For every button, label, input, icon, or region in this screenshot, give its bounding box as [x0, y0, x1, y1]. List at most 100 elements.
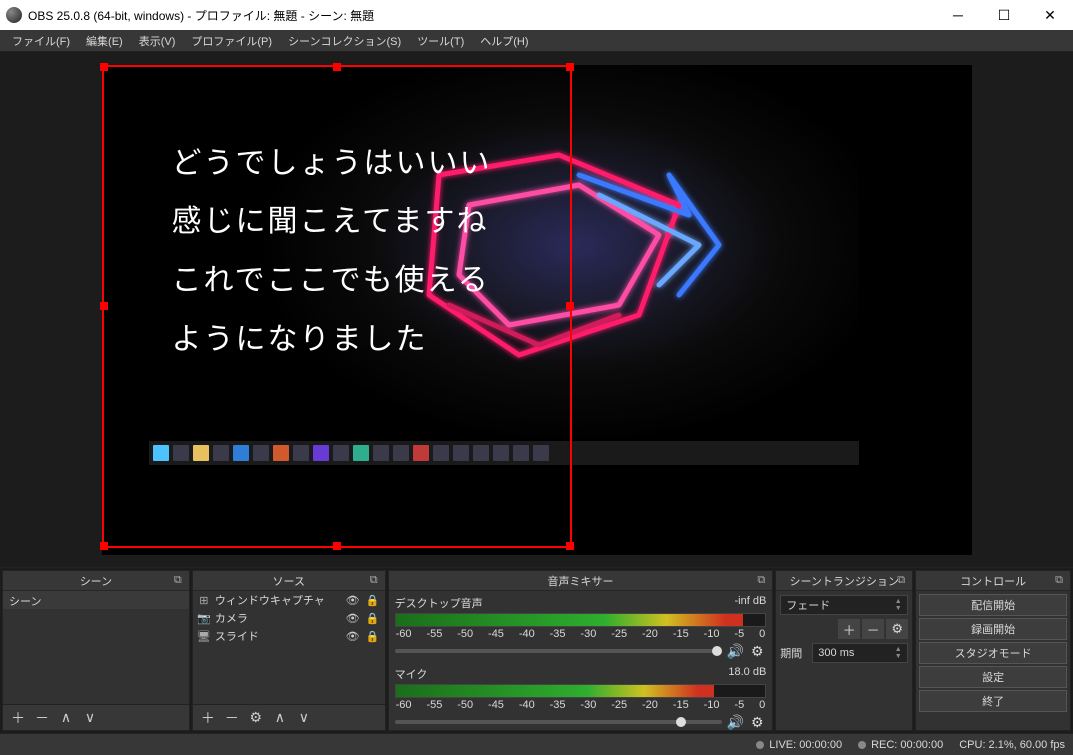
resize-handle-bl[interactable] [100, 542, 108, 550]
chevron-updown-icon: ▲▼ [891, 645, 905, 661]
studio-mode-button[interactable]: スタジオモード [919, 642, 1067, 664]
rec-dot-icon [858, 741, 866, 749]
menu-scene-collection[interactable]: シーンコレクション(S) [280, 31, 409, 51]
scene-up-button[interactable]: ∧ [55, 708, 77, 728]
statusbar: LIVE: 00:00:00 REC: 00:00:00 CPU: 2.1%, … [0, 733, 1073, 755]
volume-slider[interactable] [395, 720, 723, 724]
undock-icon[interactable]: ⧉ [894, 573, 908, 587]
resize-handle-tr[interactable] [566, 63, 574, 71]
resize-handle-tl[interactable] [100, 63, 108, 71]
controls-body: 配信開始 録画開始 スタジオモード 設定 終了 [916, 591, 1070, 730]
scene-down-button[interactable]: ∨ [79, 708, 101, 728]
resize-handle-ml[interactable] [100, 302, 108, 310]
source-properties-button[interactable]: ⚙ [245, 708, 267, 728]
visibility-toggle[interactable]: 👁 [345, 592, 361, 608]
add-transition-button[interactable]: ＋ [838, 619, 860, 639]
menu-edit[interactable]: 編集(E) [78, 31, 131, 51]
add-scene-button[interactable]: ＋ [7, 708, 29, 728]
undock-icon[interactable]: ⧉ [367, 573, 381, 587]
scenes-list[interactable]: シーン [3, 591, 189, 704]
visibility-toggle[interactable]: 👁 [345, 610, 361, 626]
transitions-dock: シーントランジション ⧉ フェード ▲▼ ＋ － ⚙ 期間 300 ms ▲▼ [775, 570, 913, 731]
live-status: LIVE: 00:00:00 [756, 739, 842, 751]
undock-icon[interactable]: ⧉ [1052, 573, 1066, 587]
transition-select[interactable]: フェード ▲▼ [780, 595, 908, 615]
remove-source-button[interactable]: － [221, 708, 243, 728]
resize-handle-mr[interactable] [566, 302, 574, 310]
channel-level: 18.0 dB [728, 666, 766, 682]
vu-meter [395, 613, 767, 627]
mixer-header[interactable]: 音声ミキサー ⧉ [389, 571, 773, 591]
source-item[interactable]: 🖥 スライド 👁 🔒 [193, 627, 385, 645]
rec-status: REC: 00:00:00 [858, 739, 943, 751]
volume-slider[interactable] [395, 649, 723, 653]
docks-row: シーン ⧉ シーン ＋ － ∧ ∨ ソース ⧉ ⊞ ウィンドウキャプチャ 👁 🔒 [0, 567, 1073, 733]
meter-ticks: -60-55-50-45-40-35-30-25-20-15-10-50 [395, 699, 767, 711]
source-up-button[interactable]: ∧ [269, 708, 291, 728]
source-name: スライド [215, 628, 341, 644]
visibility-toggle[interactable]: 👁 [345, 628, 361, 644]
mixer-title: 音声ミキサー [547, 573, 613, 589]
channel-name: マイク [395, 666, 428, 682]
preview-canvas[interactable]: どうでしょうはいいい 感じに聞こえてますね これでここでも使える ようになりまし… [102, 65, 972, 555]
resize-handle-br[interactable] [566, 542, 574, 550]
controls-header[interactable]: コントロール ⧉ [916, 571, 1070, 591]
transitions-body: フェード ▲▼ ＋ － ⚙ 期間 300 ms ▲▼ [776, 591, 912, 730]
window-icon: ⊞ [197, 593, 211, 607]
menu-help[interactable]: ヘルプ(H) [472, 31, 536, 51]
source-down-button[interactable]: ∨ [293, 708, 315, 728]
exit-button[interactable]: 終了 [919, 690, 1067, 712]
menu-file[interactable]: ファイル(F) [4, 31, 78, 51]
duration-value: 300 ms [818, 647, 854, 659]
settings-button[interactable]: 設定 [919, 666, 1067, 688]
source-name: ウィンドウキャプチャ [215, 592, 341, 608]
gear-icon[interactable]: ⚙ [748, 642, 766, 660]
duration-input[interactable]: 300 ms ▲▼ [812, 643, 908, 663]
lock-toggle[interactable]: 🔒 [365, 592, 381, 608]
transition-value: フェード [786, 597, 830, 613]
scenes-header[interactable]: シーン ⧉ [3, 571, 189, 591]
start-recording-button[interactable]: 録画開始 [919, 618, 1067, 640]
selection-box[interactable] [102, 65, 572, 548]
scenes-toolbar: ＋ － ∧ ∨ [3, 704, 189, 730]
chevron-updown-icon: ▲▼ [891, 597, 905, 613]
sources-header[interactable]: ソース ⧉ [193, 571, 385, 591]
vu-meter [395, 684, 767, 698]
transitions-header[interactable]: シーントランジション ⧉ [776, 571, 912, 591]
sources-title: ソース [273, 573, 305, 589]
lock-toggle[interactable]: 🔒 [365, 628, 381, 644]
speaker-icon[interactable]: 🔊 [726, 642, 744, 660]
undock-icon[interactable]: ⧉ [754, 573, 768, 587]
scenes-title: シーン [80, 573, 112, 589]
menu-tools[interactable]: ツール(T) [409, 31, 472, 51]
undock-icon[interactable]: ⧉ [171, 573, 185, 587]
remove-scene-button[interactable]: － [31, 708, 53, 728]
mixer-body: デスクトップ音声 -inf dB -60-55-50-45-40-35-30-2… [389, 591, 773, 730]
scene-item[interactable]: シーン [3, 591, 189, 609]
transition-properties-button[interactable]: ⚙ [886, 619, 908, 639]
close-button[interactable]: ✕ [1027, 0, 1073, 30]
sources-toolbar: ＋ － ⚙ ∧ ∨ [193, 704, 385, 730]
gear-icon[interactable]: ⚙ [748, 713, 766, 730]
menu-view[interactable]: 表示(V) [131, 31, 184, 51]
resize-handle-tm[interactable] [333, 63, 341, 71]
lock-toggle[interactable]: 🔒 [365, 610, 381, 626]
titlebar: OBS 25.0.8 (64-bit, windows) - プロファイル: 無… [0, 0, 1073, 30]
mixer-channel: デスクトップ音声 -inf dB -60-55-50-45-40-35-30-2… [389, 591, 773, 662]
channel-level: -inf dB [734, 595, 766, 611]
source-item[interactable]: ⊞ ウィンドウキャプチャ 👁 🔒 [193, 591, 385, 609]
sources-list[interactable]: ⊞ ウィンドウキャプチャ 👁 🔒 📷 カメラ 👁 🔒 🖥 スライド 👁 🔒 [193, 591, 385, 704]
source-item[interactable]: 📷 カメラ 👁 🔒 [193, 609, 385, 627]
add-source-button[interactable]: ＋ [197, 708, 219, 728]
start-streaming-button[interactable]: 配信開始 [919, 594, 1067, 616]
remove-transition-button[interactable]: － [862, 619, 884, 639]
preview-area[interactable]: どうでしょうはいいい 感じに聞こえてますね これでここでも使える ようになりまし… [0, 52, 1073, 567]
minimize-button[interactable]: ─ [935, 0, 981, 30]
maximize-button[interactable]: ☐ [981, 0, 1027, 30]
speaker-icon[interactable]: 🔊 [726, 713, 744, 730]
mixer-channel: マイク 18.0 dB -60-55-50-45-40-35-30-25-20-… [389, 662, 773, 730]
menu-profile[interactable]: プロファイル(P) [183, 31, 280, 51]
live-dot-icon [756, 741, 764, 749]
resize-handle-bm[interactable] [333, 542, 341, 550]
camera-icon: 📷 [197, 611, 211, 625]
